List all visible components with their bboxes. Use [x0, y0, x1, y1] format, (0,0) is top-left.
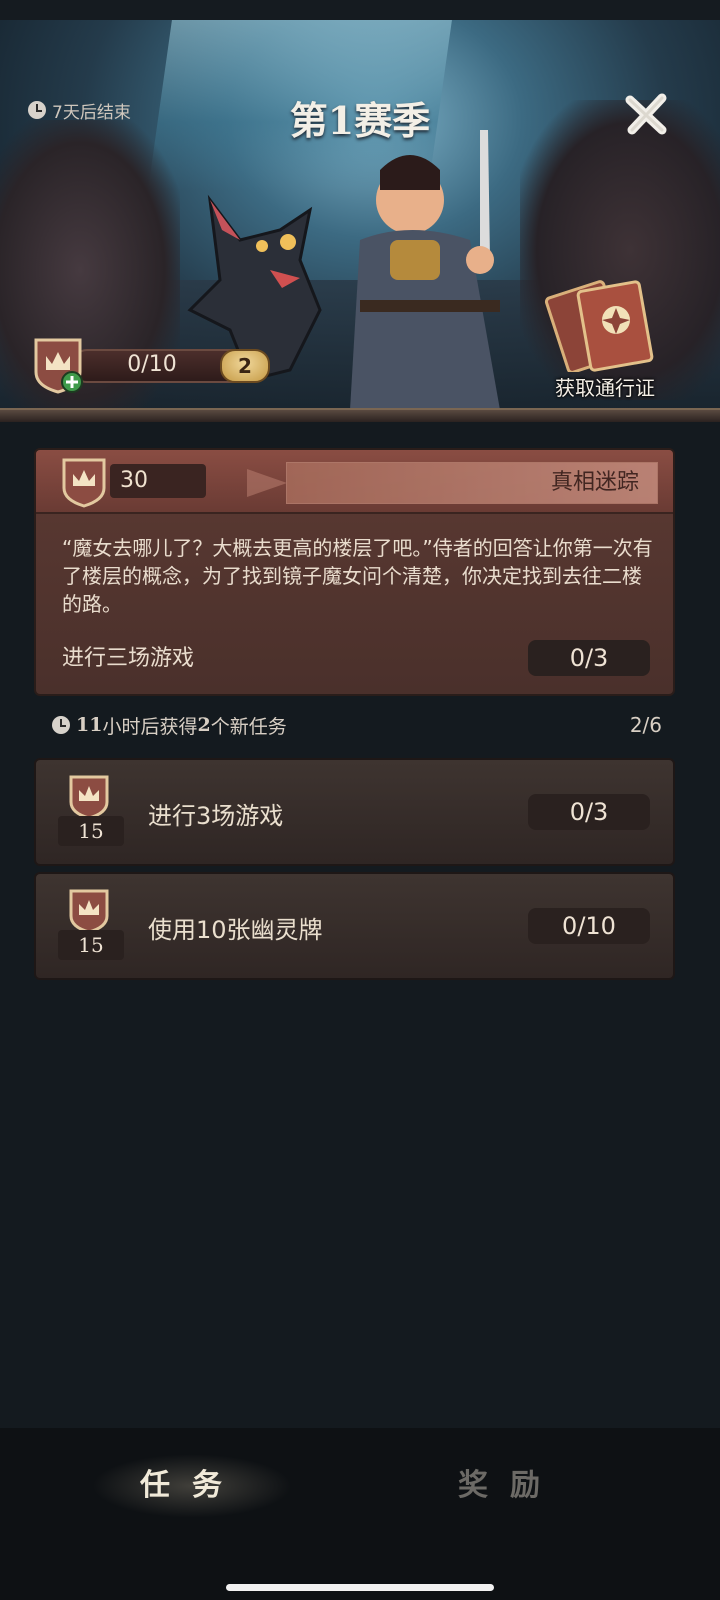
clock-icon: [52, 716, 70, 734]
status-strip: [0, 0, 720, 20]
tab-tasks[interactable]: 任务: [92, 1454, 292, 1518]
bottom-tab-bar: 任务 奖励: [0, 1428, 720, 1600]
tab-rewards[interactable]: 奖励: [410, 1454, 610, 1518]
featured-quest-card[interactable]: 30 真相迷踪 “魔女去哪儿了？大概去更高的楼层了吧。”侍者的回答让你第一次有了…: [34, 448, 675, 696]
quest-card[interactable]: 15 使用10张幽灵牌 0/10: [34, 872, 675, 980]
crown-crest-icon: [69, 889, 109, 934]
new-quests-text-end: 个新任务: [210, 715, 287, 738]
quest-page-count: 2/6: [629, 713, 662, 737]
quest-label: 使用10张幽灵牌: [148, 916, 323, 944]
home-indicator[interactable]: [226, 1584, 494, 1591]
crown-crest-icon: [34, 338, 83, 394]
hero-character-illustration: [350, 130, 500, 410]
featured-quest-title: 真相迷踪: [550, 470, 639, 495]
season-timer-text: 7天后结束: [52, 102, 131, 123]
featured-quest-story: “魔女去哪儿了？大概去更高的楼层了吧。”侍者的回答让你第一次有了楼层的概念，为了…: [62, 536, 653, 616]
level-progress-text: 0/10: [127, 352, 177, 377]
new-quests-text: 小时后获得: [102, 715, 198, 738]
get-pass-button[interactable]: 获取通行证: [540, 280, 670, 405]
close-button[interactable]: [622, 90, 670, 138]
quest-label: 进行3场游戏: [148, 802, 284, 830]
season-timer: 7天后结束: [28, 98, 131, 123]
get-pass-label: 获取通行证: [555, 376, 655, 400]
quest-points: 15: [58, 816, 124, 846]
featured-quest-title-ribbon: 真相迷踪: [247, 462, 658, 504]
pass-ticket-icon: [544, 280, 654, 374]
quest-card[interactable]: 15 进行3场游戏 0/3: [34, 758, 675, 866]
level-badge: 2: [220, 349, 270, 383]
season-title: 第1赛季: [289, 98, 431, 143]
season-level-widget[interactable]: 0/10 2: [32, 336, 272, 396]
featured-quest-points: 30: [110, 464, 206, 498]
quest-points: 15: [58, 930, 124, 960]
clock-icon: [28, 101, 46, 119]
new-quests-hours: 11: [76, 714, 103, 736]
featured-quest-progress: 0/3: [528, 640, 650, 676]
banner-divider: [0, 408, 720, 422]
crown-crest-icon: [69, 775, 109, 820]
quest-progress: 0/3: [528, 794, 650, 830]
featured-quest-task: 进行三场游戏: [62, 646, 195, 671]
new-quests-timer: 11 小时后获得 2 个新任务 2/6: [52, 712, 662, 738]
season-banner: 7天后结束 第1赛季 0/10 2 获取通行证: [0, 20, 720, 420]
quest-progress: 0/10: [528, 908, 650, 944]
crown-crest-icon: [62, 458, 106, 508]
new-quests-count: 2: [197, 714, 211, 736]
